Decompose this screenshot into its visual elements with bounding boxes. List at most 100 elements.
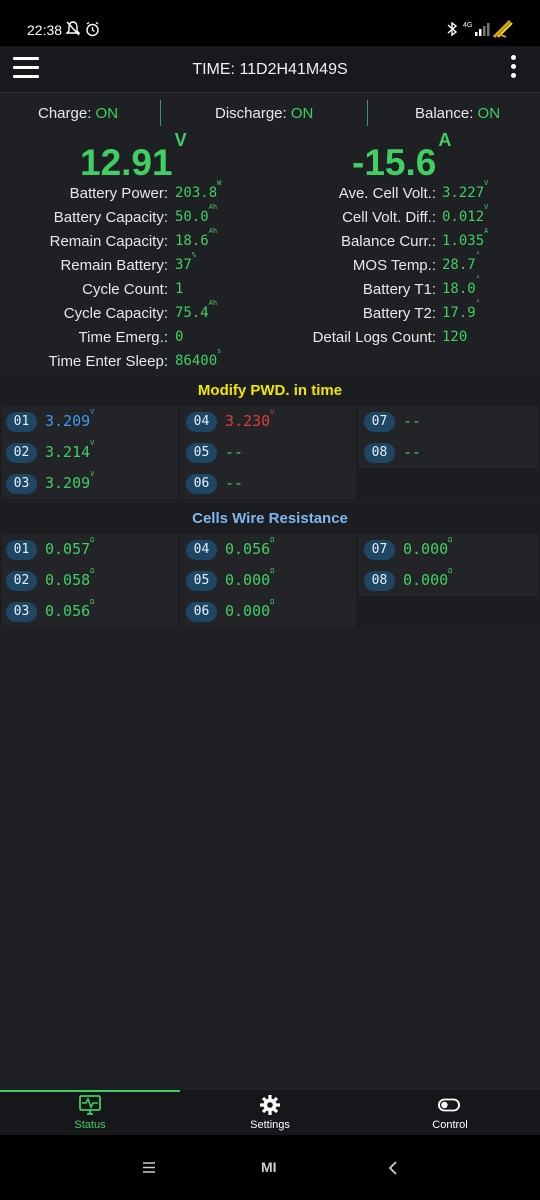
system-status-bar: 22:38 4G bbox=[0, 0, 540, 46]
cell-unit: Ω bbox=[90, 598, 95, 606]
cell-value-text: 0.056 bbox=[45, 602, 91, 620]
stat-unit: ° bbox=[475, 299, 480, 308]
back-arrow-icon[interactable] bbox=[388, 1161, 398, 1175]
cell-voltage-section: Modify PWD. in time 01 3.209V 02 3.214V 03 3.… bbox=[0, 376, 540, 500]
cell-index-badge: 06 bbox=[186, 602, 217, 622]
tab-settings-label: Settings bbox=[250, 1119, 290, 1131]
right-stat-row: Cell Volt. Diff.: 0.012V bbox=[0, 203, 540, 230]
pack-voltage-value: 12.91 bbox=[80, 142, 173, 183]
stat-value-text: 0.012 bbox=[442, 209, 485, 225]
cell-item: 03 3.209V bbox=[0, 470, 176, 497]
right-stat-row: Ave. Cell Volt.: 3.227V bbox=[0, 179, 540, 206]
stat-unit: A bbox=[484, 227, 489, 236]
wire-resistance-title: Cells Wire Resistance bbox=[192, 510, 348, 527]
pack-current-unit: A bbox=[438, 129, 452, 150]
cell-value: 0.000Ω bbox=[225, 567, 274, 589]
stat-value-text: 120 bbox=[442, 329, 468, 345]
cell-index-badge: 03 bbox=[6, 602, 37, 622]
cell-value: -- bbox=[225, 443, 243, 461]
cell-unit: Ω bbox=[90, 567, 95, 575]
cell-value-text: 3.214 bbox=[45, 443, 91, 461]
uptime-title: TIME: 11D2H41M49S bbox=[192, 61, 348, 78]
cell-value: 0.058Ω bbox=[45, 567, 94, 589]
cell-index-badge: 03 bbox=[6, 474, 37, 494]
cell-value-text: -- bbox=[403, 412, 422, 430]
right-stat-row: Balance Curr.: 1.035A bbox=[0, 227, 540, 254]
cell-value: 0.057Ω bbox=[45, 536, 94, 558]
cell-value-text: -- bbox=[403, 443, 422, 461]
cell-index-badge: 01 bbox=[6, 540, 37, 560]
cell-value: 0.000Ω bbox=[403, 536, 452, 558]
charge-label: Charge: bbox=[38, 105, 92, 122]
cell-unit: V bbox=[90, 408, 95, 416]
stat-label: Battery T1: bbox=[362, 281, 436, 298]
gear-icon bbox=[260, 1095, 280, 1115]
right-stat-row: Detail Logs Count: 120 bbox=[0, 328, 540, 350]
cell-index-badge: 01 bbox=[6, 412, 37, 432]
balance-value: ON bbox=[477, 105, 501, 122]
cell-item: 01 0.057Ω bbox=[0, 536, 176, 563]
cell-value: 3.209V bbox=[45, 470, 94, 492]
cell-index-badge: 04 bbox=[186, 412, 217, 432]
home-button[interactable]: MI bbox=[261, 1159, 277, 1175]
cell-item: 04 3.230V bbox=[180, 408, 356, 435]
cell-item: 07 0.000Ω bbox=[358, 536, 534, 563]
pack-voltage-unit: V bbox=[174, 129, 187, 150]
cell-value-text: -- bbox=[225, 443, 244, 461]
cell-item: 06 0.000Ω bbox=[180, 598, 356, 625]
stat-unit: ° bbox=[475, 275, 480, 284]
cell-index-badge: 04 bbox=[186, 540, 217, 560]
battery-charging-icon bbox=[492, 19, 513, 39]
divider bbox=[367, 100, 368, 126]
tab-settings[interactable]: Settings bbox=[180, 1090, 360, 1135]
alarm-icon bbox=[86, 21, 99, 37]
cell-item: 01 3.209V bbox=[0, 408, 176, 435]
stat-label: Battery T2: bbox=[362, 305, 436, 322]
cell-unit: Ω bbox=[270, 536, 275, 544]
right-stat-row: Battery T2: 17.9° bbox=[0, 299, 540, 326]
stat-value: 120 bbox=[442, 329, 467, 345]
cell-unit: V bbox=[90, 470, 95, 478]
balance-label: Balance: bbox=[415, 105, 474, 122]
cell-value-text: 3.230 bbox=[225, 412, 271, 430]
stat-unit: V bbox=[484, 203, 489, 212]
stat-value-text: 28.7 bbox=[442, 257, 476, 273]
cell-value-text: 3.209 bbox=[45, 412, 91, 430]
recents-menu-icon[interactable] bbox=[143, 1162, 155, 1173]
stat-unit: V bbox=[484, 179, 489, 188]
cell-value: 0.056Ω bbox=[45, 598, 94, 620]
stat-label: Detail Logs Count: bbox=[312, 329, 436, 346]
balance-status: Balance: ON bbox=[415, 105, 500, 122]
stat-unit: ° bbox=[475, 251, 480, 260]
cell-unit: Ω bbox=[270, 567, 275, 575]
cell-item: 05 -- bbox=[180, 440, 356, 466]
overflow-menu-icon[interactable] bbox=[508, 55, 518, 83]
cell-value: 0.000Ω bbox=[403, 567, 452, 589]
cell-unit: V bbox=[90, 439, 95, 447]
app-bar: TIME: 11D2H41M49S bbox=[0, 46, 540, 93]
discharge-status: Discharge: ON bbox=[215, 105, 313, 122]
cell-value-text: 3.209 bbox=[45, 474, 91, 492]
tab-control[interactable]: Control bbox=[360, 1090, 540, 1135]
cell-value-text: -- bbox=[225, 474, 244, 492]
cell-value-text: 0.000 bbox=[403, 540, 449, 558]
cell-item: 04 0.056Ω bbox=[180, 536, 356, 563]
pack-current-value: -15.6 bbox=[352, 142, 437, 183]
wire-resistance-section: Cells Wire Resistance 01 0.057Ω 02 0.058Ω 03… bbox=[0, 503, 540, 628]
cell-index-badge: 02 bbox=[6, 443, 37, 463]
tab-status[interactable]: Status bbox=[0, 1090, 180, 1135]
stat-value: 17.9° bbox=[442, 299, 480, 321]
monitor-pulse-icon bbox=[79, 1095, 101, 1115]
clock: 22:38 bbox=[27, 22, 63, 38]
right-stat-row: Battery T1: 18.0° bbox=[0, 275, 540, 302]
stat-value: 1.035A bbox=[442, 227, 488, 249]
cell-index-badge: 06 bbox=[186, 474, 217, 494]
cell-index-badge: 07 bbox=[364, 412, 395, 432]
switch-status-bar: Charge: ON Discharge: ON Balance: ON bbox=[0, 94, 540, 134]
cell-index-badge: 05 bbox=[186, 571, 217, 591]
cell-item: 02 0.058Ω bbox=[0, 567, 176, 594]
cell-index-badge: 08 bbox=[364, 571, 395, 591]
stat-value: 28.7° bbox=[442, 251, 480, 273]
cell-index-badge: 02 bbox=[6, 571, 37, 591]
cell-index-badge: 08 bbox=[364, 443, 395, 463]
